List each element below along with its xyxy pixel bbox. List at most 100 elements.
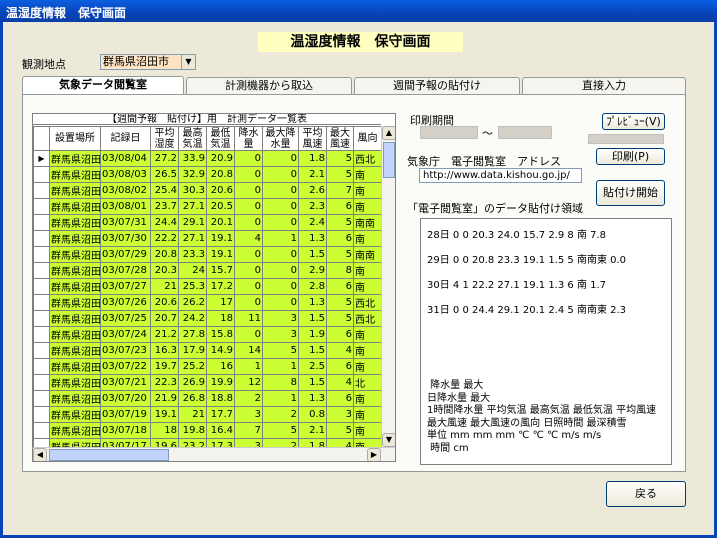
table-cell[interactable]: 0 — [234, 246, 263, 263]
table-cell[interactable]: 1.5 — [298, 342, 327, 359]
scroll-up-icon[interactable]: ▲ — [382, 126, 395, 140]
print-period-start[interactable] — [420, 126, 478, 139]
table-cell[interactable]: 0 — [262, 198, 299, 215]
row-selector[interactable] — [33, 374, 50, 391]
table-cell[interactable]: 11 — [234, 310, 263, 327]
table-cell[interactable]: 7 — [234, 422, 263, 439]
table-cell[interactable]: 03/07/24 — [100, 326, 151, 343]
table-cell[interactable]: 南 — [353, 422, 382, 439]
row-selector-header[interactable] — [33, 126, 50, 151]
table-cell[interactable]: 2.8 — [298, 278, 327, 295]
table-cell[interactable]: 南南 — [353, 214, 382, 231]
table-cell[interactable]: 群馬県沼田 — [49, 214, 101, 231]
table-cell[interactable]: 03/07/18 — [100, 422, 151, 439]
column-header[interactable]: 記録日 — [100, 126, 151, 151]
table-cell[interactable]: 26.2 — [178, 294, 207, 311]
jma-url-field[interactable]: http://www.data.kishou.go.jp/ — [419, 168, 582, 183]
table-cell[interactable]: 24.4 — [150, 214, 179, 231]
table-cell[interactable]: 4 — [234, 230, 263, 247]
tab-weekly-forecast-paste[interactable]: 週間予報の貼付け — [354, 77, 520, 95]
table-cell[interactable]: 03/08/01 — [100, 198, 151, 215]
table-cell[interactable]: 0 — [234, 150, 263, 167]
table-cell[interactable]: 16.3 — [150, 342, 179, 359]
table-cell[interactable]: 群馬県沼田 — [49, 182, 101, 199]
table-cell[interactable]: 20.6 — [150, 294, 179, 311]
table-cell[interactable]: 2.1 — [298, 422, 327, 439]
table-cell[interactable]: 0 — [234, 166, 263, 183]
table-cell[interactable]: 西北 — [353, 310, 382, 327]
table-cell[interactable]: 20.8 — [206, 166, 235, 183]
table-cell[interactable]: 0 — [234, 198, 263, 215]
table-cell[interactable]: 0 — [262, 262, 299, 279]
table-cell[interactable]: 18 — [206, 310, 235, 327]
table-cell[interactable]: 21.9 — [150, 390, 179, 407]
table-cell[interactable]: 20.5 — [206, 198, 235, 215]
table-cell[interactable]: 03/07/28 — [100, 262, 151, 279]
table-cell[interactable]: 1.3 — [298, 390, 327, 407]
table-cell[interactable]: 27.8 — [178, 326, 207, 343]
table-cell[interactable]: 19.8 — [178, 422, 207, 439]
table-cell[interactable]: 2.4 — [298, 214, 327, 231]
table-cell[interactable]: 2.1 — [298, 166, 327, 183]
paste-area-textbox[interactable]: 28日 0 0 20.3 24.0 15.7 2.9 8 南 7.8 29日 0… — [420, 218, 672, 465]
table-cell[interactable]: 南 — [353, 390, 382, 407]
table-cell[interactable]: 03/07/22 — [100, 358, 151, 375]
table-cell[interactable]: 1.9 — [298, 326, 327, 343]
row-selector[interactable] — [33, 326, 50, 343]
table-cell[interactable]: 群馬県沼田 — [49, 374, 101, 391]
table-cell[interactable]: 1 — [262, 358, 299, 375]
table-cell[interactable]: 0 — [262, 278, 299, 295]
table-row[interactable]: 群馬県沼田 03/07/24 21.2 27.8 15.8 0 3 1.9 6 南 — [33, 326, 382, 343]
table-cell[interactable]: 03/08/02 — [100, 182, 151, 199]
row-selector[interactable] — [33, 214, 50, 231]
vertical-scrollbar[interactable]: ▲ ▼ — [381, 126, 395, 447]
table-cell[interactable]: 12 — [234, 374, 263, 391]
table-cell[interactable]: 5 — [262, 342, 299, 359]
table-cell[interactable]: 南 — [353, 262, 382, 279]
table-cell[interactable]: 6 — [326, 358, 354, 375]
table-cell[interactable]: 0 — [234, 326, 263, 343]
table-row[interactable]: 群馬県沼田 03/07/18 18 19.8 16.4 7 5 2.1 5 南 — [33, 422, 382, 439]
row-selector[interactable] — [33, 278, 50, 295]
table-cell[interactable]: 15.7 — [206, 262, 235, 279]
table-cell[interactable]: 03/08/03 — [100, 166, 151, 183]
table-row[interactable]: 群馬県沼田 03/07/19 19.1 21 17.7 3 2 0.8 3 南 — [33, 406, 382, 423]
table-cell[interactable]: 30.3 — [178, 182, 207, 199]
tab-direct-input[interactable]: 直接入力 — [522, 77, 686, 95]
tab-weather-data-room[interactable]: 気象データ閲覧室 — [22, 76, 184, 96]
table-cell[interactable]: 27.1 — [178, 198, 207, 215]
table-cell[interactable]: 24.2 — [178, 310, 207, 327]
table-cell[interactable]: 2.6 — [298, 182, 327, 199]
table-cell[interactable]: 22.2 — [150, 230, 179, 247]
row-selector[interactable] — [33, 390, 50, 407]
table-cell[interactable]: 0 — [234, 214, 263, 231]
row-selector[interactable]: ▶ — [33, 150, 50, 167]
scroll-right-icon[interactable]: ▶ — [367, 448, 381, 461]
table-cell[interactable]: 5 — [326, 214, 354, 231]
table-cell[interactable]: 0 — [234, 182, 263, 199]
table-cell[interactable]: 1 — [234, 358, 263, 375]
table-cell[interactable]: 03/07/25 — [100, 310, 151, 327]
column-header[interactable]: 降水 量 — [234, 126, 263, 151]
table-row[interactable]: 群馬県沼田 03/08/03 26.5 32.9 20.8 0 0 2.1 5 南 — [33, 166, 382, 183]
back-button[interactable]: 戻る — [606, 481, 686, 507]
table-cell[interactable]: 19.1 — [150, 406, 179, 423]
table-cell[interactable]: 3 — [234, 406, 263, 423]
table-cell[interactable]: 03/07/21 — [100, 374, 151, 391]
table-cell[interactable]: 03/07/27 — [100, 278, 151, 295]
table-row[interactable]: 群馬県沼田 03/07/22 19.7 25.2 16 1 1 2.5 6 南 — [33, 358, 382, 375]
table-cell[interactable]: 3 — [262, 310, 299, 327]
table-cell[interactable]: 17.7 — [206, 406, 235, 423]
table-cell[interactable]: 21.2 — [150, 326, 179, 343]
table-cell[interactable]: 0 — [262, 246, 299, 263]
table-cell[interactable]: 03/07/31 — [100, 214, 151, 231]
vertical-scroll-thumb[interactable] — [383, 142, 395, 178]
table-cell[interactable]: 群馬県沼田 — [49, 246, 101, 263]
column-header[interactable]: 平均 湿度 — [150, 126, 179, 151]
table-cell[interactable]: 19.7 — [150, 358, 179, 375]
table-cell[interactable]: 20.6 — [206, 182, 235, 199]
table-cell[interactable]: 03/07/19 — [100, 406, 151, 423]
table-cell[interactable]: 3 — [326, 406, 354, 423]
table-cell[interactable]: 03/07/20 — [100, 390, 151, 407]
table-cell[interactable]: 1.5 — [298, 246, 327, 263]
